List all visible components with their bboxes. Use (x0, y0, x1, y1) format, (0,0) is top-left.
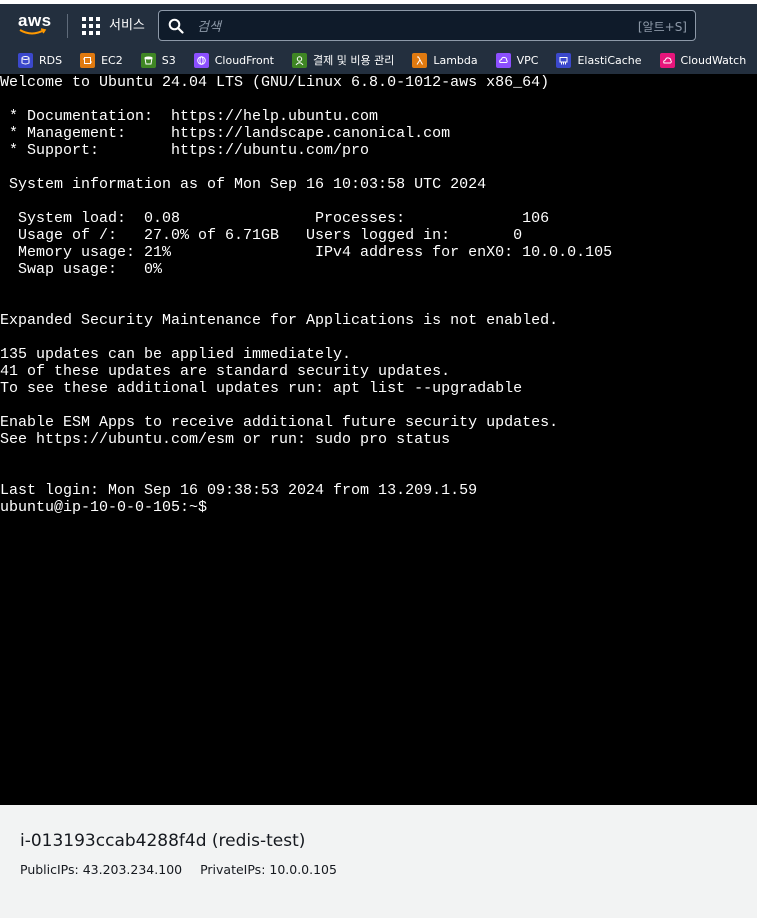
private-ips: PrivateIPs: 10.0.0.105 (200, 862, 337, 877)
billing-icon (291, 52, 307, 68)
favorite-ec2[interactable]: EC2 (80, 46, 123, 74)
top-navigation-bar: aws 서비스 [알트+S] (0, 0, 757, 46)
favorite-lambda[interactable]: Lambda (412, 46, 478, 74)
favorite-label: Lambda (433, 53, 478, 67)
aws-logo[interactable]: aws (18, 12, 51, 38)
favorite-label: EC2 (101, 53, 123, 67)
cloudfront-icon (193, 52, 209, 68)
vpc-icon (495, 52, 511, 68)
terminal-line: * Management: https://landscape.canonica… (0, 125, 451, 142)
terminal-line: Enable ESM Apps to receive additional fu… (0, 414, 559, 431)
favorite-rds[interactable]: RDS (18, 46, 62, 74)
rds-icon (18, 52, 33, 68)
favorite-elasticache[interactable]: ElastiCache (556, 46, 642, 74)
s3-icon (140, 52, 156, 68)
favorite-billing[interactable]: 결제 및 비용 관리 (291, 46, 395, 74)
terminal-line: Swap usage: 0% (0, 261, 163, 278)
terminal-line: 135 updates can be applied immediately. (0, 346, 352, 363)
aws-smile-icon (19, 28, 47, 35)
terminal-line: Memory usage: 21% IPv4 address for enX0:… (0, 244, 613, 261)
terminal-line: System load: 0.08 Processes: 106 (0, 210, 550, 227)
search-shortcut-hint: [알트+S] (637, 20, 687, 34)
search-icon (168, 18, 184, 34)
ec2-instance-connect-page: aws 서비스 [알트+S] (0, 0, 757, 918)
search-input[interactable] (195, 15, 599, 39)
terminal-prompt[interactable]: ubuntu@ip-10-0-0-105:~$ (0, 499, 207, 516)
cloudwatch-icon (659, 52, 675, 68)
favorite-label: RDS (39, 53, 63, 67)
favorite-label: CloudWatch (680, 53, 747, 67)
favorite-vpc[interactable]: VPC (495, 46, 539, 74)
search-box[interactable]: [알트+S] (158, 10, 696, 41)
lambda-icon (412, 52, 428, 68)
terminal-line: Last login: Mon Sep 16 09:38:53 2024 fro… (0, 482, 478, 499)
terminal-line: Usage of /: 27.0% of 6.71GB Users logged… (0, 227, 523, 244)
terminal-line: 41 of these updates are standard securit… (0, 363, 451, 380)
public-ips: PublicIPs: 43.203.234.100 (20, 862, 183, 877)
favorite-s3[interactable]: S3 (140, 46, 176, 74)
favorite-label: S3 (161, 53, 176, 67)
terminal-line: Expanded Security Maintenance for Applic… (0, 312, 559, 329)
terminal-output[interactable]: Welcome to Ubuntu 24.04 LTS (GNU/Linux 6… (0, 74, 757, 805)
services-label: 서비스 (109, 18, 145, 33)
favorite-cloudwatch[interactable]: CloudWatch (659, 46, 747, 74)
terminal-line: System information as of Mon Sep 16 10:0… (0, 176, 487, 193)
instance-title: i-013193ccab4288f4d (redis-test) (20, 831, 306, 851)
favorites-bar: RDS EC2 S3 CloudFront 결제 및 비용 관리 Lambda … (0, 46, 757, 74)
favorite-label: CloudFront (214, 53, 274, 67)
terminal-line: Welcome to Ubuntu 24.04 LTS (GNU/Linux 6… (0, 74, 550, 91)
favorite-label: ElastiCache (577, 53, 642, 67)
services-grid-icon (82, 17, 100, 35)
favorite-cloudfront[interactable]: CloudFront (193, 46, 274, 74)
instance-ips: PublicIPs: 43.203.234.100 PrivateIPs: 10… (20, 861, 337, 879)
terminal-line: See https://ubuntu.com/esm or run: sudo … (0, 431, 451, 448)
favorite-label: VPC (516, 53, 539, 67)
ec2-icon (80, 52, 96, 68)
instance-info-footer: i-013193ccab4288f4d (redis-test) PublicI… (0, 805, 757, 918)
nav-divider (67, 14, 68, 38)
favorite-label: 결제 및 비용 관리 (312, 54, 395, 67)
terminal-line: * Documentation: https://help.ubuntu.com (0, 108, 379, 125)
elasticache-icon (556, 52, 572, 68)
services-menu-button[interactable]: 서비스 (82, 12, 145, 40)
terminal-line: To see these additional updates run: apt… (0, 380, 523, 397)
terminal-line: * Support: https://ubuntu.com/pro (0, 142, 370, 159)
